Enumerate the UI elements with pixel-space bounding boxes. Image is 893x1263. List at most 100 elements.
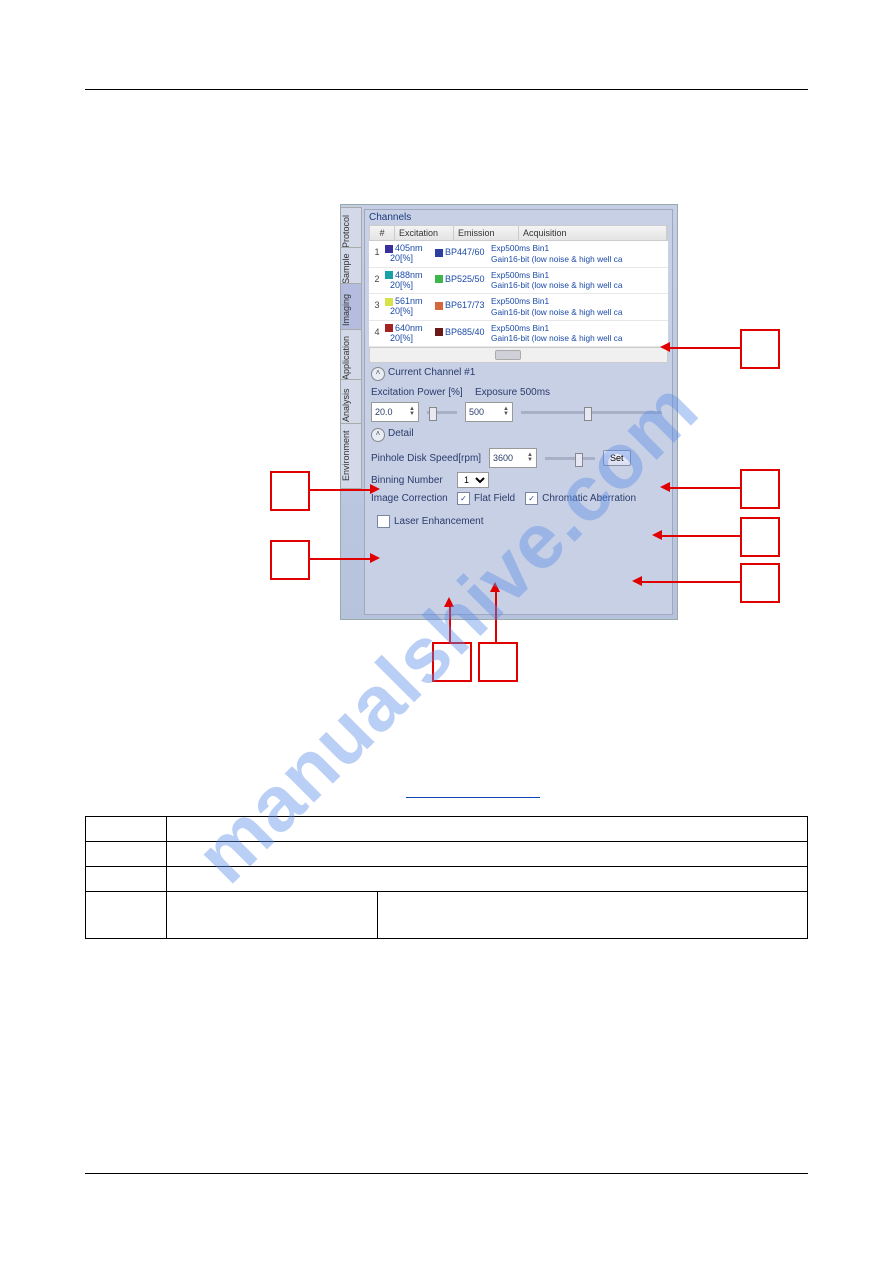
arrow-line [495, 590, 497, 642]
spinner-arrows-icon[interactable]: ▲▼ [503, 407, 509, 417]
table-row [86, 892, 808, 939]
pinhole-speed-input[interactable]: 3600 ▲▼ [489, 448, 537, 468]
exc-pct: 20[%] [390, 333, 413, 343]
header-rule [85, 89, 808, 90]
row-num: 3 [369, 296, 385, 318]
channels-title: Channels [365, 210, 672, 225]
pinhole-value: 3600 [493, 453, 513, 463]
table-row[interactable]: 3 561nm 20[%] BP617/73 Exp500ms Bin1Gain… [369, 294, 668, 321]
row-exc: 488nm 20[%] [385, 270, 435, 292]
detail-section: ˄Detail [365, 424, 672, 446]
table-row [86, 842, 808, 867]
emi: BP617/73 [445, 300, 485, 310]
slider-thumb[interactable] [575, 453, 583, 467]
callout-box [740, 469, 780, 509]
channels-panel: Channels # Excitation Emission Acquisiti… [364, 209, 673, 615]
table-row[interactable]: 4 640nm 20[%] BP685/40 Exp500ms Bin1Gain… [369, 321, 668, 348]
arrow-head-icon [490, 582, 500, 592]
exposure-slider[interactable] [521, 411, 662, 414]
horizontal-scrollbar[interactable] [369, 347, 668, 363]
swatch-icon [385, 324, 393, 332]
row-acq: Exp500ms Bin1Gain16-bit (low noise & hig… [491, 270, 668, 292]
col-excitation: Excitation [395, 226, 454, 240]
row-acq: Exp500ms Bin1Gain16-bit (low noise & hig… [491, 296, 668, 318]
arrow-line [668, 347, 740, 349]
callout-box [270, 471, 310, 511]
acq-l2: Gain16-bit (low noise & high well ca [491, 254, 622, 264]
swatch-icon [435, 249, 443, 257]
table-row[interactable]: 2 488nm 20[%] BP525/50 Exp500ms Bin1Gain… [369, 268, 668, 295]
exc-pct: 20[%] [390, 306, 413, 316]
pinhole-label: Pinhole Disk Speed[rpm] [371, 453, 485, 464]
flat-field-checkbox[interactable]: ✓ [457, 492, 470, 505]
row-num: 1 [369, 243, 385, 265]
side-tabs: Protocol Sample Imaging Application Anal… [341, 205, 363, 619]
exc-nm: 640nm [395, 323, 423, 333]
laser-enhancement-label: Laser Enhancement [394, 516, 484, 527]
channel-table-header: # Excitation Emission Acquisition [369, 225, 668, 241]
callout-box [740, 517, 780, 557]
binning-select[interactable]: 1 [457, 472, 489, 488]
set-button[interactable]: Set [603, 450, 631, 466]
row-exc: 561nm 20[%] [385, 296, 435, 318]
slider-thumb[interactable] [429, 407, 437, 421]
app-screenshot: Protocol Sample Imaging Application Anal… [340, 204, 678, 620]
exposure-label: Exposure 500ms [475, 387, 565, 398]
exc-nm: 488nm [395, 270, 423, 280]
callout-box [478, 642, 518, 682]
excitation-power-input[interactable]: 20.0▲▼ [371, 402, 419, 422]
exc-nm: 561nm [395, 296, 423, 306]
arrow-head-icon [632, 576, 642, 586]
arrow-head-icon [660, 342, 670, 352]
arrow-line [449, 605, 451, 642]
swatch-icon [385, 298, 393, 306]
exposure-input[interactable]: 500 ▲▼ [465, 402, 513, 422]
callout-box [740, 329, 780, 369]
arrow-head-icon [370, 553, 380, 563]
row-emi: BP525/50 [435, 270, 491, 292]
exc-nm: 405nm [395, 243, 423, 253]
flat-field-label: Flat Field [474, 493, 515, 504]
col-num: # [370, 226, 395, 240]
table-row[interactable]: 1 405nm 20[%] BP447/60 Exp500ms Bin1Gain… [369, 241, 668, 268]
swatch-icon [385, 271, 393, 279]
laser-enhancement-checkbox[interactable] [377, 515, 390, 528]
col-emission: Emission [454, 226, 519, 240]
chromatic-aberration-label: Chromatic Aberration [542, 493, 636, 504]
row-acq: Exp500ms Bin1Gain16-bit (low noise & hig… [491, 323, 668, 345]
channel-table: # Excitation Emission Acquisition 1 405n… [369, 225, 668, 347]
acq-l1: Exp500ms Bin1 [491, 323, 549, 333]
exc-pct: 20[%] [390, 280, 413, 290]
arrow-line [308, 489, 372, 491]
emi: BP525/50 [445, 274, 485, 284]
spinner-arrows-icon[interactable]: ▲▼ [409, 407, 415, 417]
callout-box [740, 563, 780, 603]
arrow-head-icon [652, 530, 662, 540]
swatch-icon [435, 302, 443, 310]
row-num: 2 [369, 270, 385, 292]
swatch-icon [435, 275, 443, 283]
collapse-icon[interactable]: ˄ [371, 367, 385, 381]
current-channel-section: ˄Current Channel #1 [365, 363, 672, 385]
binning-label: Binning Number [371, 475, 453, 486]
row-emi: BP447/60 [435, 243, 491, 265]
spinner-arrows-icon[interactable]: ▲▼ [527, 453, 533, 463]
parameter-table [85, 816, 808, 939]
pinhole-slider[interactable] [545, 457, 595, 460]
row-num: 4 [369, 323, 385, 345]
excitation-slider[interactable] [427, 411, 457, 414]
row-emi: BP685/40 [435, 323, 491, 345]
footer-rule [85, 1173, 808, 1174]
arrow-head-icon [370, 484, 380, 494]
collapse-icon[interactable]: ˄ [371, 428, 385, 442]
acq-l2: Gain16-bit (low noise & high well ca [491, 333, 622, 343]
excitation-power-label: Excitation Power [%] [371, 387, 471, 398]
callout-box [432, 642, 472, 682]
exposure-value: 500 [469, 407, 484, 417]
chromatic-aberration-checkbox[interactable]: ✓ [525, 492, 538, 505]
arrow-head-icon [660, 482, 670, 492]
table-row [86, 867, 808, 892]
tab-environment[interactable]: Environment [341, 423, 362, 489]
slider-thumb[interactable] [584, 407, 592, 421]
acq-l2: Gain16-bit (low noise & high well ca [491, 280, 622, 290]
